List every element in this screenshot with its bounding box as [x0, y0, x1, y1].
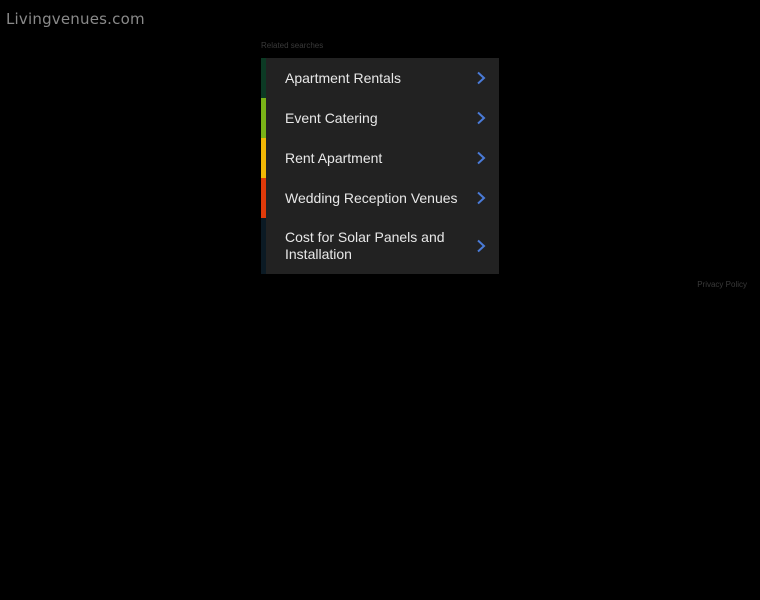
chevron-right-icon: [477, 239, 486, 253]
chevron-right-icon: [477, 191, 486, 205]
related-search-item[interactable]: Rent Apartment: [261, 138, 499, 178]
related-search-label: Apartment Rentals: [285, 69, 401, 86]
related-search-item[interactable]: Event Catering: [261, 98, 499, 138]
chevron-right-icon: [477, 111, 486, 125]
related-searches-list: Apartment Rentals Event Catering Rent Ap…: [261, 58, 499, 274]
site-title[interactable]: Livingvenues.com: [6, 10, 145, 28]
related-search-item[interactable]: Wedding Reception Venues: [261, 178, 499, 218]
related-search-label: Rent Apartment: [285, 149, 383, 166]
related-search-label: Wedding Reception Venues: [285, 189, 458, 206]
related-search-item[interactable]: Cost for Solar Panels and Installation: [261, 218, 499, 274]
related-search-label: Cost for Solar Panels and Installation: [285, 229, 445, 262]
related-search-item[interactable]: Apartment Rentals: [261, 58, 499, 98]
parked-domain-page: Livingvenues.com Related searches Apartm…: [0, 0, 760, 600]
privacy-policy-link[interactable]: Privacy Policy: [697, 280, 747, 289]
chevron-right-icon: [477, 71, 486, 85]
related-search-label: Event Catering: [285, 109, 378, 126]
chevron-right-icon: [477, 151, 486, 165]
related-searches-label: Related searches: [261, 41, 324, 50]
